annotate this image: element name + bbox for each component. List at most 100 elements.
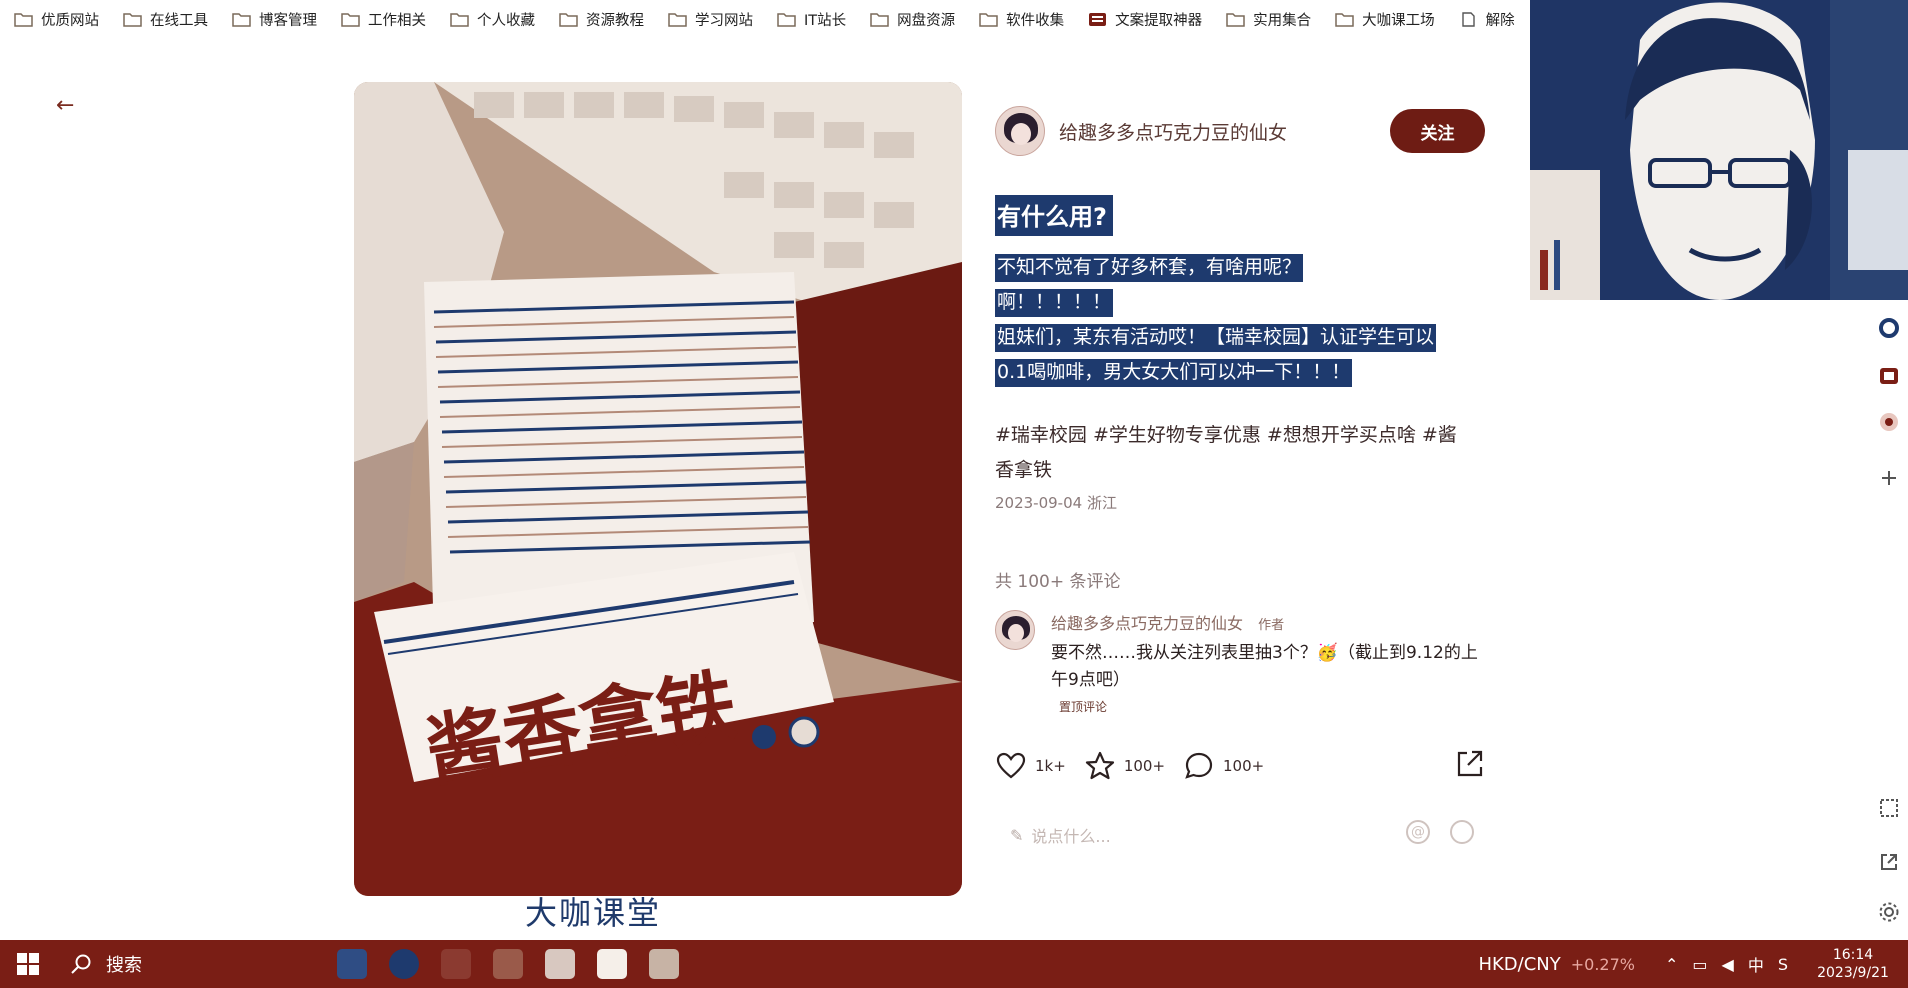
tags-line[interactable]: #瑞幸校园 #学生好物专享优惠 #想想开学买点啥 #酱 [995,418,1485,453]
bookmark-item[interactable]: 在线工具 [123,4,208,34]
commenter-name[interactable]: 给趣多多点巧克力豆的仙女 [1051,614,1243,633]
bookmark-item[interactable]: 软件收集 [979,4,1064,34]
bookmark-label[interactable]: 网盘资源 [897,9,955,30]
taskbar-app-1[interactable] [326,940,378,988]
comment-input[interactable]: ✎ 说点什么... @ [1010,818,1490,852]
circle-app-icon[interactable] [1877,316,1901,340]
settings-gear-icon[interactable] [1877,900,1901,924]
bookmark-item[interactable]: 实用集合 [1226,4,1311,34]
like-count: 1k+ [1035,757,1066,775]
bookmark-label[interactable]: 文案提取神器 [1115,9,1202,30]
mention-icon[interactable]: @ [1406,820,1430,844]
post-image[interactable]: 酱香拿铁 [354,82,962,896]
comment-action[interactable]: 100+ [1183,750,1264,782]
bookmark-item[interactable]: 网盘资源 [870,4,955,34]
bookmark-label[interactable]: 大咖课工场 [1362,9,1435,30]
folder-icon [668,12,687,27]
comments-count: 共 100+ 条评论 [995,572,1121,592]
desc-line: 啊！！！！！ [995,289,1114,317]
bookmark-item[interactable]: 文案提取神器 [1088,4,1202,34]
heart-icon[interactable] [995,750,1027,782]
network-icon[interactable]: ▭ [1692,955,1707,974]
comment-count: 100+ [1223,757,1265,775]
bookmark-label[interactable]: 博客管理 [259,9,317,30]
taskbar-app-typora[interactable] [586,940,638,988]
emoji-icon[interactable] [1450,820,1474,844]
author-badge: 作者 [1258,618,1285,633]
webcam-overlay [1530,0,1908,300]
folder-icon [450,12,469,27]
engagement-bar: 1k+ 100+ 100+ [995,746,1485,786]
bookmark-label[interactable]: 解除 [1486,9,1515,30]
taskbar-app-3[interactable] [430,940,482,988]
bookmark-item[interactable]: 博客管理 [232,4,317,34]
bookmark-item[interactable]: 大咖课工场 [1335,4,1435,34]
post-image-graphic: 酱香拿铁 [354,82,962,896]
back-arrow-icon[interactable]: ← [56,94,80,118]
pinned-comment-label: 置顶评论 [1059,700,1108,714]
comment-bubble-icon[interactable] [1183,750,1215,782]
webcam-person-graphic [1530,0,1908,300]
bookmark-label[interactable]: 优质网站 [41,9,99,30]
folder-icon [123,12,142,27]
clock[interactable]: 16:14 2023/9/21 [1808,946,1898,982]
plus-icon[interactable] [1877,466,1901,490]
taskbar-app-7[interactable] [638,940,690,988]
system-tray: HKD/CNY +0.27% ⌃ ▭ ◀ 中 S 16:14 2023/9/21 [1478,940,1908,988]
star-count: 100+ [1123,757,1166,775]
taskbar-app-chrome[interactable] [378,940,430,988]
bookmark-label[interactable]: 学习网站 [695,9,753,30]
flower-icon[interactable] [1877,410,1901,434]
bookmark-label[interactable]: IT站长 [804,9,846,30]
folder-icon [232,12,251,27]
bookmark-item[interactable]: IT站长 [777,4,846,34]
like-action[interactable]: 1k+ [995,750,1066,782]
taskbar-app-5[interactable] [534,940,586,988]
external-link-icon[interactable] [1877,850,1901,874]
commenter-avatar[interactable] [995,610,1035,650]
bookmark-label[interactable]: 资源教程 [586,9,644,30]
clock-time: 16:14 [1832,947,1874,963]
bookmark-item[interactable]: 资源教程 [559,4,644,34]
watermark-logo: 大咖课堂 [525,894,662,932]
taskbar-app-4[interactable] [482,940,534,988]
pen-icon: ✎ [1010,825,1024,845]
post-tags[interactable]: #瑞幸校园 #学生好物专享优惠 #想想开学买点啥 #酱 香拿铁 [995,418,1485,488]
folder-icon [1335,12,1354,27]
desc-line: 0.1喝咖啡，男大女大们可以冲一下！！！ [995,359,1353,387]
comment-input-placeholder[interactable]: 说点什么... [1031,823,1110,847]
post-title: 有什么用? [995,195,1113,236]
bookmark-item[interactable]: 解除 [1459,4,1515,34]
share-icon[interactable] [1453,748,1485,780]
star-action[interactable]: 100+ [1084,750,1165,782]
search-label[interactable]: 搜索 [106,951,142,977]
author-avatar[interactable] [995,106,1045,156]
volume-icon[interactable]: ◀ [1722,955,1734,974]
bookmark-item[interactable]: 优质网站 [14,4,99,34]
author-name[interactable]: 给趣多多点巧克力豆的仙女 [1059,118,1287,145]
outlook-icon[interactable] [1877,364,1901,388]
post-description: 不知不觉有了好多杯套，有啥用呢？ 啊！！！！！ 姐妹们，某东有活动哎！【瑞幸校园… [995,250,1485,390]
windows-logo-icon [17,953,39,975]
bookmark-label[interactable]: 软件收集 [1006,9,1064,30]
taskbar-search[interactable]: 搜索 [56,940,326,988]
folder-icon [14,12,33,27]
sogou-icon[interactable]: S [1778,955,1788,974]
windows-start-button[interactable] [0,940,56,988]
bookmark-label[interactable]: 工作相关 [368,9,426,30]
bookmark-item[interactable]: 工作相关 [341,4,426,34]
clock-date: 2023/9/21 [1817,965,1889,981]
bookmark-label[interactable]: 个人收藏 [477,9,535,30]
ime-indicator[interactable]: 中 [1748,952,1764,976]
star-icon[interactable] [1084,750,1116,782]
bookmark-item[interactable]: 个人收藏 [450,4,535,34]
chevron-up-icon[interactable]: ⌃ [1665,955,1678,974]
bookmark-label[interactable]: 实用集合 [1253,9,1311,30]
bookmark-item[interactable]: 学习网站 [668,4,753,34]
bookmark-label[interactable]: 在线工具 [150,9,208,30]
comment-item: 给趣多多点巧克力豆的仙女 作者 要不然……我从关注列表里抽3个？🥳（截止到9.1… [995,610,1485,720]
follow-button[interactable]: 关注 [1390,109,1485,153]
fx-pair[interactable]: HKD/CNY [1478,954,1560,975]
tags-line[interactable]: 香拿铁 [995,453,1485,488]
screenshot-icon[interactable] [1877,796,1901,820]
